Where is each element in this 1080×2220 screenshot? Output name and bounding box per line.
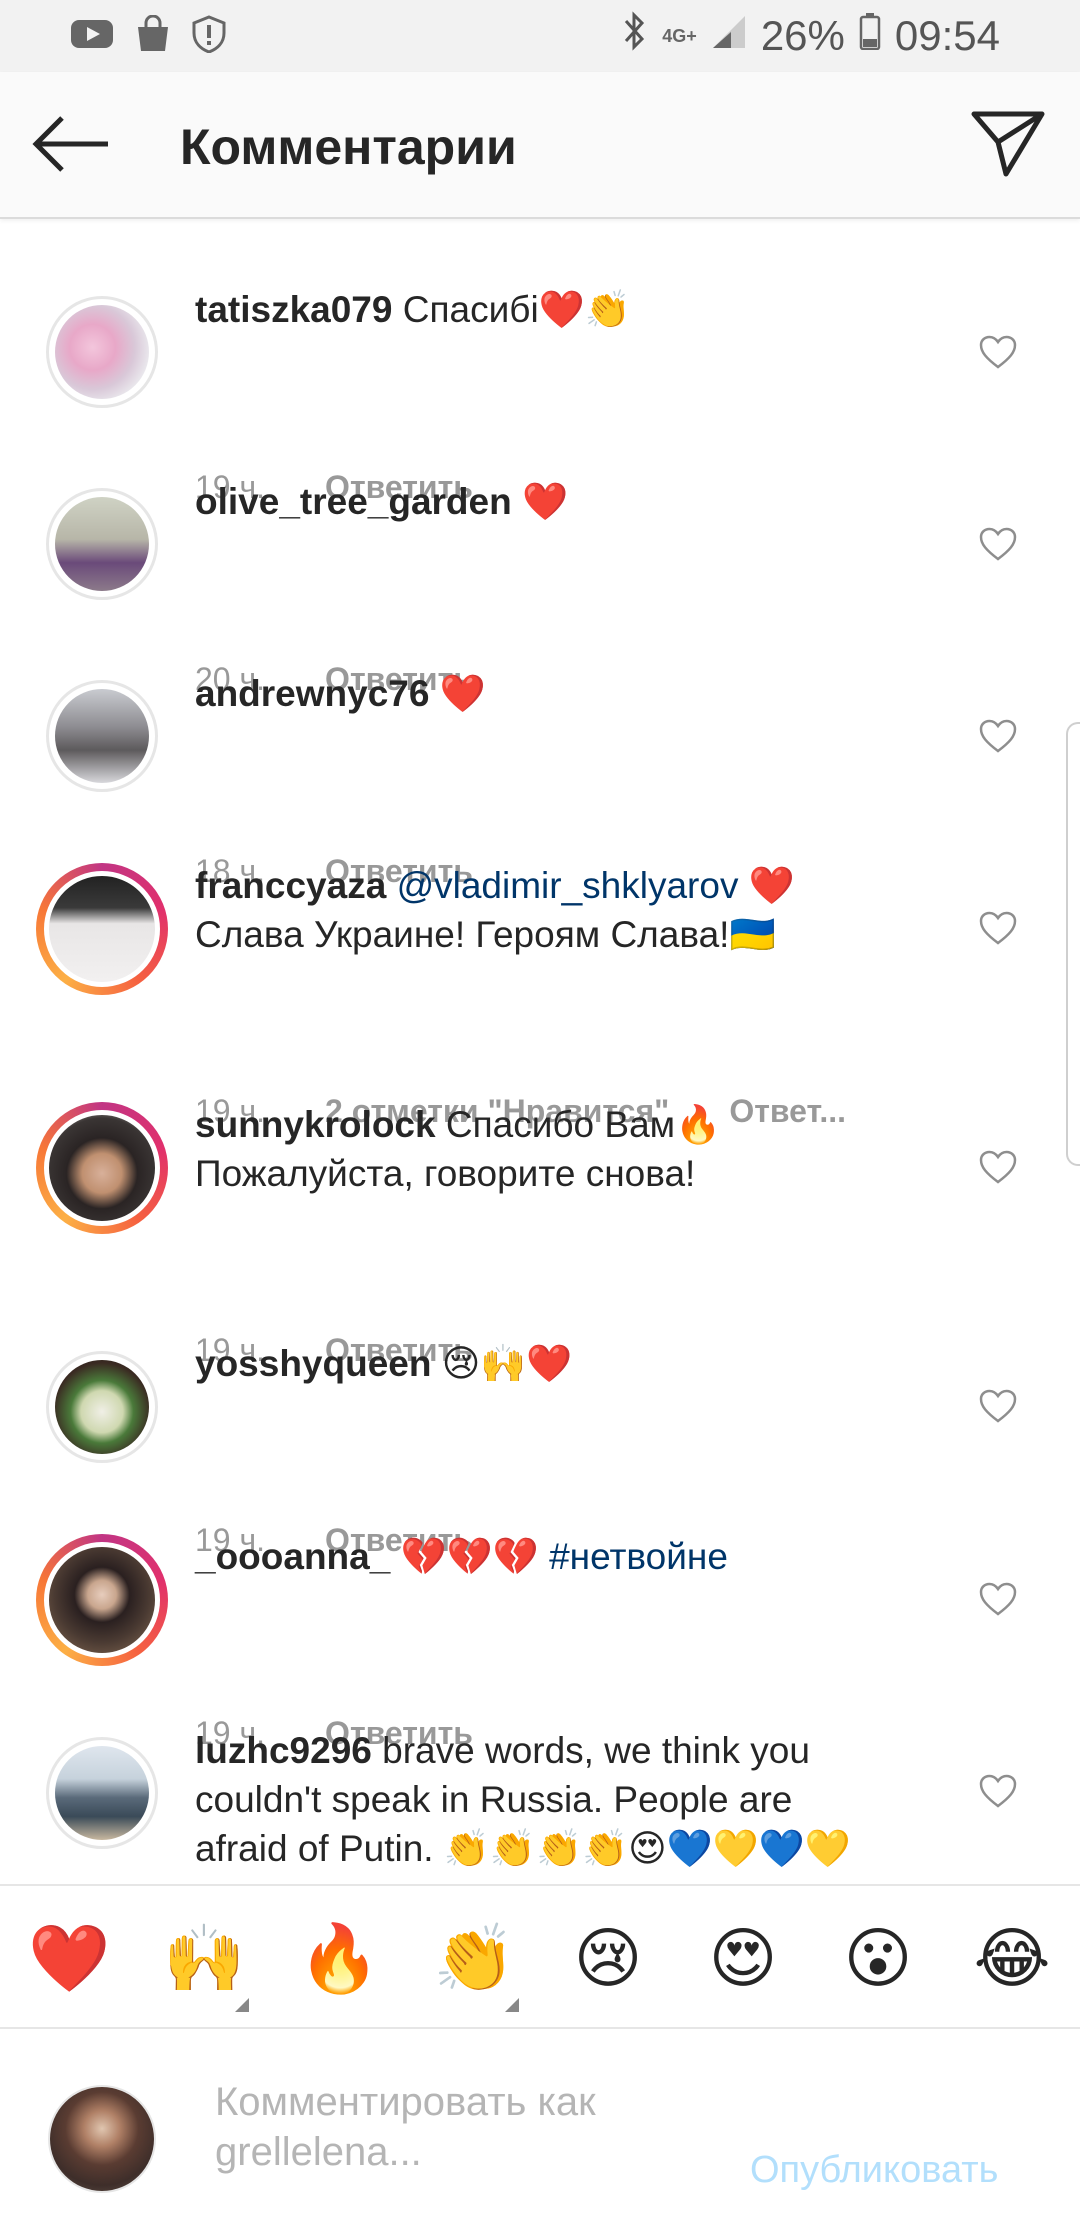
back-button[interactable] xyxy=(30,112,114,176)
comment-text: Спасибо Вам🔥 xyxy=(445,1104,722,1145)
top-app-bar: Комментарии xyxy=(0,72,1080,219)
battery-percent: 26% xyxy=(760,12,845,59)
page-title: Комментарии xyxy=(180,119,517,175)
network-type: 4G+ xyxy=(662,25,697,46)
scrollbar[interactable] xyxy=(1066,722,1080,1166)
emoji-surprised-button[interactable]: 😮 xyxy=(838,1918,918,1998)
comment-input-placeholder-line2: grellelena... xyxy=(215,2130,422,2174)
heart-outline-icon xyxy=(979,1582,1017,1616)
comment-composer: Комментировать как grellelena... Опублик… xyxy=(0,2029,1080,2220)
battery-icon xyxy=(859,12,881,60)
avatar[interactable] xyxy=(46,488,158,600)
avatar[interactable] xyxy=(46,1351,158,1463)
comment-username[interactable]: yosshyqueen xyxy=(195,1343,431,1384)
heart-outline-icon xyxy=(979,719,1017,753)
comment-text: ❤️ xyxy=(522,481,569,522)
share-button[interactable] xyxy=(970,108,1046,180)
avatar[interactable] xyxy=(46,1737,158,1849)
comment-text-line2: Слава Украине! Героям Слава!🇺🇦 xyxy=(195,914,776,955)
like-comment-button[interactable] xyxy=(978,718,1018,754)
emoji-raised-hands-label: 🙌 xyxy=(163,1921,246,1995)
heart-outline-icon xyxy=(979,527,1017,561)
like-comment-button[interactable] xyxy=(978,1581,1018,1617)
skin-tone-indicator xyxy=(505,1998,519,2012)
paper-plane-icon xyxy=(971,111,1045,177)
publish-button[interactable]: Опубликовать xyxy=(750,2149,998,2192)
comment-username[interactable]: franccyaza xyxy=(195,865,386,906)
comment-text-line2: Пожалуйста, говорите снова! xyxy=(195,1153,696,1194)
comment-text: 😢🙌❤️ xyxy=(441,1343,573,1384)
youtube-icon xyxy=(70,17,114,56)
like-comment-button[interactable] xyxy=(978,526,1018,562)
comment-text: ❤️ xyxy=(748,865,795,906)
clock: 09:54 xyxy=(894,12,1000,59)
bluetooth-icon xyxy=(620,11,648,61)
comments-list[interactable]: tatiszka079 Спасибі❤️👏 19 ч. Ответить ol… xyxy=(0,217,1080,1885)
avatar-story[interactable] xyxy=(36,1534,168,1666)
shield-alert-icon xyxy=(192,14,226,58)
comment-username[interactable]: _oooanna_ xyxy=(195,1536,390,1577)
signal-icon xyxy=(711,12,747,60)
emoji-heart-button[interactable]: ❤️ xyxy=(28,1918,110,1998)
quick-emoji-bar: ❤️ 🙌 🔥 👏 😢 😍 😮 😂 xyxy=(0,1884,1080,2029)
like-comment-button[interactable] xyxy=(978,1773,1018,1809)
back-arrow-icon xyxy=(32,116,108,172)
emoji-laugh-button[interactable]: 😂 xyxy=(972,1918,1052,1998)
heart-outline-icon xyxy=(979,911,1017,945)
comment-username[interactable]: tatiszka079 xyxy=(195,289,392,330)
comment-input[interactable]: Комментировать как grellelena... xyxy=(215,2077,695,2177)
emoji-raised-hands-button[interactable]: 🙌 xyxy=(163,1918,249,2012)
comment-text-line3: afraid of Putin. 👏👏👏👏😍💙💛💙💛 xyxy=(195,1828,851,1869)
emoji-heart-eyes-button[interactable]: 😍 xyxy=(703,1918,783,1998)
heart-outline-icon xyxy=(979,1389,1017,1423)
comment-text: ❤️ xyxy=(439,673,486,714)
like-comment-button[interactable] xyxy=(978,1388,1018,1424)
comment-username[interactable]: sunnykrolock xyxy=(195,1104,436,1145)
avatar-story[interactable] xyxy=(36,1102,168,1234)
skin-tone-indicator xyxy=(235,1998,249,2012)
emoji-clap-button[interactable]: 👏 xyxy=(433,1918,519,2012)
hashtag-link[interactable]: #нетвойне xyxy=(549,1536,728,1577)
comment-text: brave words, we think you xyxy=(382,1730,810,1771)
comment-text-line2: couldn't speak in Russia. People are xyxy=(195,1779,793,1820)
current-user-avatar xyxy=(48,2085,156,2193)
heart-outline-icon xyxy=(979,335,1017,369)
comment-input-placeholder-line1: Комментировать как xyxy=(215,2080,596,2124)
like-comment-button[interactable] xyxy=(978,910,1018,946)
comment-username[interactable]: olive_tree_garden xyxy=(195,481,512,522)
mention-link[interactable]: @vladimir_shklyarov xyxy=(397,865,739,906)
like-comment-button[interactable] xyxy=(978,334,1018,370)
avatar[interactable] xyxy=(46,680,158,792)
avatar[interactable] xyxy=(46,296,158,408)
heart-outline-icon xyxy=(979,1150,1017,1184)
comment-username[interactable]: andrewnyc76 xyxy=(195,673,429,714)
comment-text: Спасибі❤️👏 xyxy=(402,289,631,330)
comment-username[interactable]: luzhc9296 xyxy=(195,1730,372,1771)
shopping-bag-icon xyxy=(134,14,172,58)
emoji-cry-button[interactable]: 😢 xyxy=(568,1918,648,1998)
status-bar: 4G+ 26% 09:54 xyxy=(0,0,1080,72)
heart-outline-icon xyxy=(979,1774,1017,1808)
emoji-clap-label: 👏 xyxy=(433,1921,516,1995)
like-comment-button[interactable] xyxy=(978,1149,1018,1185)
avatar-story[interactable] xyxy=(36,863,168,995)
comment-text: 💔💔💔 xyxy=(400,1536,539,1577)
emoji-fire-button[interactable]: 🔥 xyxy=(298,1918,380,1998)
